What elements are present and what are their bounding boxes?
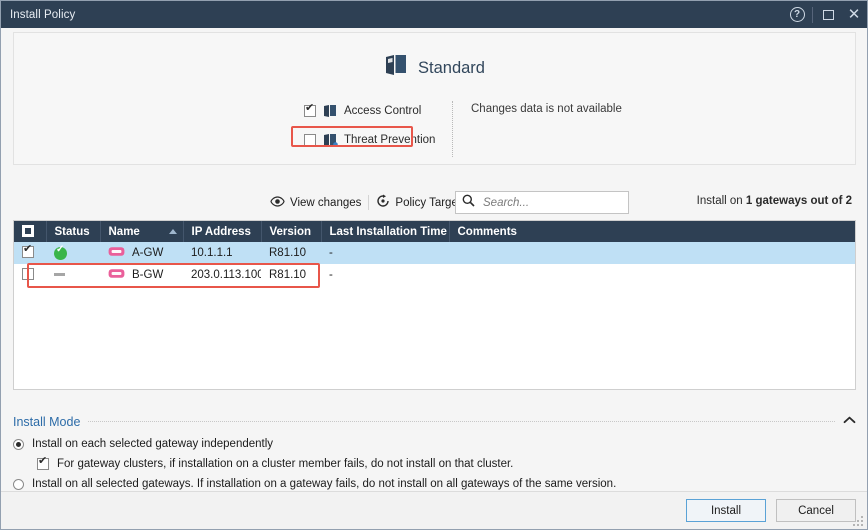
column-header-ip-address[interactable]: IP Address — [183, 221, 262, 242]
row-checkbox-cell[interactable] — [14, 242, 46, 264]
access-control-icon — [323, 104, 338, 118]
install-mode-suboption-label: For gateway clusters, if installation on… — [57, 458, 514, 470]
policy-book-icon — [384, 54, 409, 82]
policy-panel: Standard Access Control — [13, 32, 856, 165]
search-input[interactable] — [481, 195, 616, 210]
row-checkbox[interactable] — [22, 267, 34, 280]
table-header-row: Status Name IP Address Version Last Inst… — [14, 221, 855, 242]
column-header-status[interactable]: Status — [46, 221, 101, 242]
select-all-checkbox[interactable] — [22, 225, 34, 237]
row-name-cell: A-GW — [100, 242, 183, 264]
window-title: Install Policy — [10, 8, 76, 21]
row-checkbox[interactable] — [22, 244, 34, 258]
changes-data-note: Changes data is not available — [471, 103, 622, 115]
radio-install-independently[interactable] — [13, 438, 24, 450]
row-comments-cell — [449, 264, 855, 286]
install-count-prefix: Install on — [696, 195, 746, 207]
layer-threat-prevention[interactable]: Threat Prevention — [304, 130, 444, 150]
view-changes-label: View changes — [290, 196, 362, 209]
policy-layers: Access Control Threat Prevention — [14, 101, 444, 159]
row-status-cell — [46, 264, 100, 286]
install-mode-option-independent[interactable]: Install on each selected gateway indepen… — [13, 438, 856, 450]
toolbar-buttons: View changes Policy Targets — [263, 191, 629, 214]
install-mode-option-label: Install on all selected gateways. If ins… — [32, 478, 617, 490]
install-mode-option-label: Install on each selected gateway indepen… — [32, 438, 274, 450]
column-header-version[interactable]: Version — [261, 221, 322, 242]
chevron-up-icon[interactable] — [843, 416, 856, 427]
row-checkbox-cell[interactable] — [14, 264, 46, 286]
gateways-table: Status Name IP Address Version Last Inst… — [14, 221, 855, 286]
layer-access-control[interactable]: Access Control — [304, 101, 444, 121]
row-ip-cell: 203.0.113.100 — [183, 264, 261, 286]
install-mode-title: Install Mode — [13, 414, 81, 429]
row-comments-cell — [449, 242, 855, 264]
column-header-select-all[interactable] — [14, 221, 47, 242]
install-mode-header: Install Mode — [13, 413, 856, 430]
column-header-name[interactable]: Name — [100, 221, 184, 242]
access-control-checkbox[interactable] — [304, 103, 316, 117]
table-row[interactable]: B-GW 203.0.113.100 R81.10 - — [14, 264, 855, 286]
install-mode-option-cluster[interactable]: For gateway clusters, if installation on… — [37, 456, 856, 470]
sort-ascending-icon — [168, 229, 177, 234]
search-icon — [462, 194, 475, 212]
radio-install-all-gateways[interactable] — [13, 478, 24, 490]
close-icon[interactable]: ✕ — [841, 1, 867, 28]
row-version-cell: R81.10 — [261, 242, 321, 264]
dialog-footer: Install Cancel — [1, 491, 867, 529]
policy-body: Access Control Threat Prevention Cha — [14, 101, 855, 159]
cancel-button[interactable]: Cancel — [776, 499, 856, 522]
row-time-cell: - — [321, 264, 449, 286]
column-header-name-label: Name — [108, 225, 140, 238]
titlebar-divider — [812, 6, 813, 23]
access-control-label: Access Control — [344, 105, 422, 117]
help-icon[interactable]: ? — [784, 1, 810, 28]
row-ip-cell: 10.1.1.1 — [183, 242, 261, 264]
column-header-last-installation-time[interactable]: Last Installation Time — [321, 221, 450, 242]
policy-title-row: Standard — [14, 54, 855, 82]
row-version-cell: R81.10 — [261, 264, 321, 286]
row-time-cell: - — [321, 242, 449, 264]
install-mode-section: Install Mode Install on each selected ga… — [13, 413, 856, 493]
install-count-value: 1 gateways out of 2 — [745, 195, 852, 207]
row-status-cell — [46, 242, 100, 264]
install-button[interactable]: Install — [686, 499, 766, 522]
gateway-icon — [108, 246, 125, 260]
policy-divider — [452, 101, 453, 157]
resize-grip[interactable] — [852, 515, 864, 527]
status-none-icon — [54, 273, 65, 276]
table-row[interactable]: A-GW 10.1.1.1 R81.10 - — [14, 242, 855, 264]
threat-prevention-icon — [323, 133, 338, 147]
gateways-table-panel: Status Name IP Address Version Last Inst… — [13, 220, 856, 390]
threat-prevention-checkbox[interactable] — [304, 134, 316, 146]
table-toolbar: View changes Policy Targets Search... In… — [13, 191, 856, 214]
window-controls: ? ✕ — [784, 1, 867, 28]
policy-name: Standard — [418, 58, 485, 77]
title-bar: Install Policy ? ✕ — [1, 1, 867, 28]
install-count-label: Install on 1 gateways out of 2 — [697, 195, 852, 207]
maximize-icon[interactable] — [815, 1, 841, 28]
table-header: Status Name IP Address Version Last Inst… — [14, 221, 855, 242]
gateway-name: B-GW — [132, 269, 164, 281]
column-header-comments[interactable]: Comments — [449, 221, 855, 242]
row-name-cell: B-GW — [100, 264, 183, 286]
table-body: A-GW 10.1.1.1 R81.10 - — [14, 242, 855, 286]
threat-prevention-label: Threat Prevention — [344, 134, 436, 146]
checkbox-cluster-member-fails[interactable] — [37, 456, 49, 470]
eye-icon — [270, 195, 285, 210]
install-policy-dialog: Install Policy ? ✕ Standard ✔ Access Con… — [0, 0, 868, 530]
install-mode-option-all[interactable]: Install on all selected gateways. If ins… — [13, 478, 856, 490]
search-box[interactable] — [455, 191, 629, 214]
install-mode-rule — [88, 421, 835, 422]
status-ok-icon — [54, 245, 67, 260]
policy-targets-icon — [376, 194, 390, 211]
gateway-name: A-GW — [132, 247, 164, 259]
gateway-icon — [108, 268, 125, 282]
view-changes-button[interactable]: View changes — [263, 191, 368, 214]
